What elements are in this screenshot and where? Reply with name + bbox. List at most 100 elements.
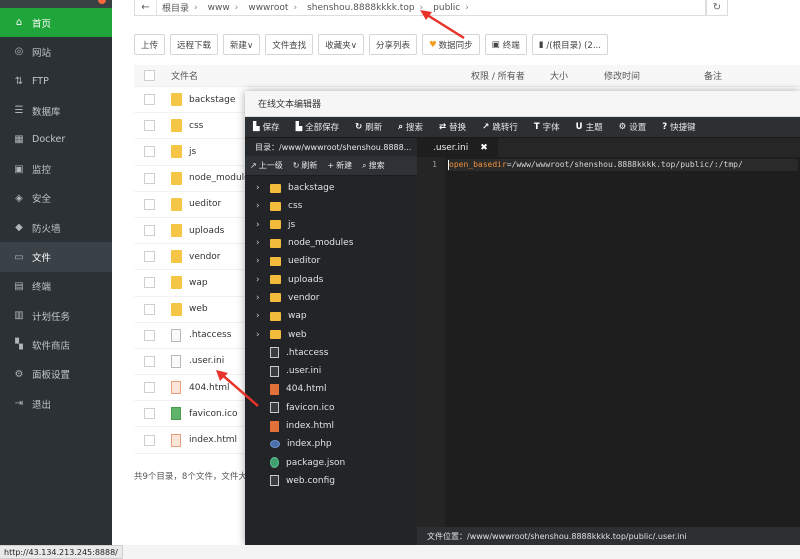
row-checkbox[interactable]	[144, 303, 155, 315]
code-line[interactable]: open_basedir=/www/wwwroot/shenshou.8888k…	[448, 159, 798, 171]
file-name[interactable]: favicon.ico	[189, 409, 238, 419]
tree-item[interactable]: package.json	[245, 453, 417, 471]
row-checkbox[interactable]	[144, 146, 155, 158]
toolbar-button-0[interactable]: 上传	[134, 34, 166, 55]
row-checkbox[interactable]	[144, 355, 155, 367]
row-checkbox[interactable]	[144, 408, 155, 420]
row-checkbox[interactable]	[144, 277, 155, 289]
sidebar-item-docker[interactable]: ▦ Docker	[0, 125, 112, 154]
file-name[interactable]: backstage	[189, 95, 235, 105]
tree-item[interactable]: › wap	[245, 307, 417, 325]
chevron-right-icon[interactable]: ›	[256, 311, 264, 321]
tree-item[interactable]: › uploads	[245, 270, 417, 288]
sidebar-item-home[interactable]: ⌂ 首页	[0, 8, 112, 38]
sidebar-item-globe[interactable]: ◎ 网站	[0, 37, 112, 66]
sidebar-item-apps[interactable]: ▚ 软件商店	[0, 330, 112, 359]
sidebar-item-ftp[interactable]: ⇅ FTP	[0, 67, 112, 96]
chevron-right-icon[interactable]: ›	[256, 275, 264, 285]
row-checkbox[interactable]	[144, 172, 155, 184]
directory-tool-button[interactable]: ↗ 上一级	[245, 160, 288, 171]
breadcrumb-item[interactable]: public ›	[428, 3, 474, 13]
header-permission[interactable]: 权限 / 所有者	[471, 69, 525, 82]
file-name[interactable]: 404.html	[189, 383, 230, 393]
chevron-right-icon[interactable]: ›	[256, 238, 264, 248]
toolbar-button-5[interactable]: 分享列表	[369, 34, 418, 55]
sidebar-item-terminal[interactable]: ▤ 终端	[0, 272, 112, 301]
tree-item[interactable]: web.config	[245, 472, 417, 490]
sidebar-item-gear[interactable]: ⚙ 面板设置	[0, 360, 112, 389]
refresh-icon[interactable]: ↻	[706, 0, 728, 16]
chevron-right-icon[interactable]: ›	[256, 220, 264, 230]
file-name[interactable]: vendor	[189, 252, 221, 262]
back-arrow-icon[interactable]: ←	[135, 0, 157, 15]
sidebar-item-firewall[interactable]: ◆ 防火墙	[0, 213, 112, 242]
header-size[interactable]: 大小	[550, 69, 568, 82]
chevron-right-icon[interactable]: ›	[256, 256, 264, 266]
path-bar[interactable]: ← 根目录 › www › wwwroot › shenshou.8888kkkk.top ›…	[134, 0, 706, 16]
header-mtime[interactable]: 修改时间	[604, 69, 640, 82]
breadcrumb-item[interactable]: www ›	[203, 3, 244, 13]
tree-item[interactable]: .user.ini	[245, 362, 417, 380]
toolbar-button-4[interactable]: 收藏夹∨	[318, 34, 365, 55]
editor-menu-item[interactable]: ⌕ 搜索	[390, 121, 431, 133]
row-checkbox[interactable]	[144, 94, 155, 106]
tree-item[interactable]: › node_modules	[245, 234, 417, 252]
toolbar-button-8[interactable]: ▮/(根目录) (2...	[531, 34, 608, 55]
file-name[interactable]: js	[189, 147, 196, 157]
close-tab-icon[interactable]: ✖	[480, 143, 488, 153]
editor-menu-item[interactable]: T 字体	[526, 121, 568, 133]
chevron-right-icon[interactable]: ›	[256, 183, 264, 193]
toolbar-button-2[interactable]: 新建∨	[223, 34, 261, 55]
breadcrumb-item[interactable]: shenshou.8888kkkk.top ›	[302, 3, 428, 13]
toolbar-button-1[interactable]: 远程下载	[170, 34, 219, 55]
select-all-checkbox[interactable]	[144, 70, 155, 81]
editor-menu-item[interactable]: U 主题	[568, 121, 611, 133]
directory-tool-button[interactable]: ↻ 刷新	[288, 160, 323, 171]
row-checkbox[interactable]	[144, 120, 155, 132]
chevron-right-icon[interactable]: ›	[256, 330, 264, 340]
tree-item[interactable]: › css	[245, 197, 417, 215]
tree-item[interactable]: › backstage	[245, 179, 417, 197]
editor-menu-item[interactable]: ▙ 保存	[245, 121, 288, 133]
tree-item[interactable]: favicon.ico	[245, 399, 417, 417]
file-name[interactable]: web	[189, 304, 208, 314]
sidebar-item-logout[interactable]: ⇥ 退出	[0, 389, 112, 418]
tree-item[interactable]: › vendor	[245, 289, 417, 307]
file-name[interactable]: index.html	[189, 435, 237, 445]
tab-user-ini[interactable]: .user.ini ✖	[417, 138, 498, 157]
directory-tool-button[interactable]: ⌕ 搜索	[357, 160, 389, 171]
editor-menu-item[interactable]: ⚙ 设置	[611, 121, 655, 133]
code-area[interactable]: 1 open_basedir=/www/wwwroot/shenshou.888…	[417, 157, 800, 527]
toolbar-button-6[interactable]: ♥ 数据同步	[422, 34, 480, 55]
tree-item[interactable]: index.html	[245, 417, 417, 435]
editor-menu-item[interactable]: ⇄ 替换	[431, 121, 474, 133]
row-checkbox[interactable]	[144, 382, 155, 394]
file-name[interactable]: .user.ini	[189, 356, 224, 366]
tree-item[interactable]: .htaccess	[245, 344, 417, 362]
tree-item[interactable]: 404.html	[245, 380, 417, 398]
toolbar-button-7[interactable]: ▣ 终端	[484, 34, 527, 55]
row-checkbox[interactable]	[144, 251, 155, 263]
file-name[interactable]: css	[189, 121, 203, 131]
sidebar-item-database[interactable]: ☰ 数据库	[0, 96, 112, 125]
file-name[interactable]: .htaccess	[189, 330, 231, 340]
row-checkbox[interactable]	[144, 329, 155, 341]
editor-menu-item[interactable]: ↗ 跳转行	[474, 121, 526, 133]
editor-menu-item[interactable]: ? 快捷键	[654, 121, 703, 133]
editor-menu-item[interactable]: ▙ 全部保存	[288, 121, 348, 133]
tree-item[interactable]: › ueditor	[245, 252, 417, 270]
sidebar-item-shield[interactable]: ◈ 安全	[0, 184, 112, 213]
row-checkbox[interactable]	[144, 434, 155, 446]
tree-item[interactable]: index.php	[245, 435, 417, 453]
header-name[interactable]: 文件名	[171, 69, 198, 82]
chevron-right-icon[interactable]: ›	[256, 293, 264, 303]
file-name[interactable]: wap	[189, 278, 208, 288]
file-name[interactable]: uploads	[189, 226, 224, 236]
file-name[interactable]: ueditor	[189, 199, 221, 209]
breadcrumb-item[interactable]: 根目录 ›	[157, 1, 203, 15]
sidebar-item-monitor[interactable]: ▣ 监控	[0, 154, 112, 183]
toolbar-button-3[interactable]: 文件查找	[265, 34, 314, 55]
row-checkbox[interactable]	[144, 198, 155, 210]
editor-menu-item[interactable]: ↻ 刷新	[347, 121, 390, 133]
chevron-right-icon[interactable]: ›	[256, 201, 264, 211]
